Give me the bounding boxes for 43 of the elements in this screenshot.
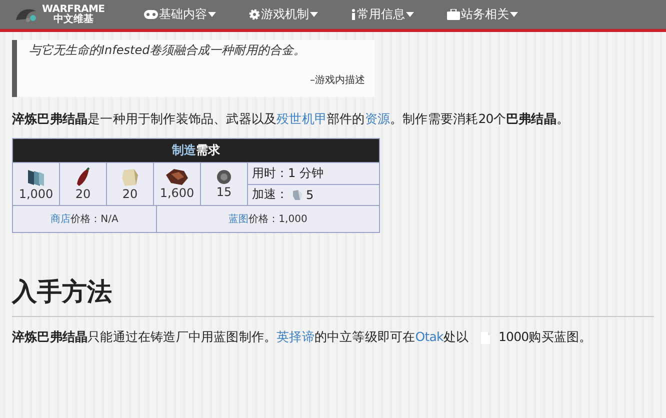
briefcase-icon — [447, 9, 460, 20]
quote-text: 与它无生命的Infested卷须融合成一种耐用的合金。 — [29, 42, 307, 59]
nav-menu-item[interactable]: 站务相关 — [447, 6, 518, 23]
resource-amount: 1,600 — [160, 186, 194, 200]
market-link[interactable]: 商店 — [50, 214, 71, 225]
rush-amount: 5 — [306, 188, 314, 202]
text-link[interactable]: Otak — [415, 329, 444, 344]
feather-icon — [75, 167, 91, 187]
text-link[interactable]: 殁世机甲 — [276, 111, 328, 126]
nav-menu-item[interactable]: 常用信息 — [351, 6, 414, 23]
header-text: 需求 — [196, 143, 220, 157]
quote-source: –游戏内描述 — [310, 74, 365, 87]
item-icon — [478, 330, 490, 345]
caret-icon — [510, 12, 518, 17]
acquisition-paragraph: 淬炼巴弗结晶只能通过在铸造厂中用蓝图制作。英择谛的中立等级即可在Otak处以 1000购买蓝图。 — [12, 329, 593, 346]
resource-amount: 20 — [122, 187, 138, 201]
logo-title: WARFRAME — [42, 4, 105, 14]
caret-icon — [406, 12, 414, 17]
text-link[interactable]: 资源 — [364, 111, 390, 126]
nav-menu-item[interactable]: 游戏机制 — [249, 6, 318, 23]
platinum-icon — [291, 188, 303, 201]
ore-chunk-icon — [165, 168, 189, 186]
market-price: 价格：N/A — [70, 214, 118, 225]
caret-icon — [208, 12, 216, 17]
caret-icon — [310, 12, 318, 17]
orb-icon — [216, 169, 232, 185]
resource-amount: 1,000 — [18, 187, 54, 201]
section-heading: 入手方法 — [12, 275, 654, 317]
intro-paragraph: 淬炼巴弗结晶是一种用于制作装饰品、武器以及殁世机甲部件的资源。制作需要消耗20个巴弗结晶。 — [12, 111, 570, 128]
build-time: 用时：1 分钟 — [252, 164, 324, 182]
resource-amount: 20 — [75, 187, 91, 201]
rock-icon — [120, 167, 140, 187]
blueprint-link[interactable]: 蓝图 — [228, 214, 249, 225]
metal-plates-icon — [26, 167, 46, 187]
header-link[interactable]: 制造 — [172, 143, 196, 157]
gear-icon — [249, 9, 260, 20]
gamepad-icon — [144, 10, 158, 19]
text-link[interactable]: 英择谛 — [276, 329, 314, 344]
nav-menu-item[interactable]: 基础内容 — [144, 6, 216, 23]
rush-label: 加速： — [252, 186, 288, 204]
info-icon — [351, 9, 356, 20]
blueprint-price: 价格：1,000 — [248, 214, 308, 225]
resource-amount: 15 — [216, 185, 232, 199]
